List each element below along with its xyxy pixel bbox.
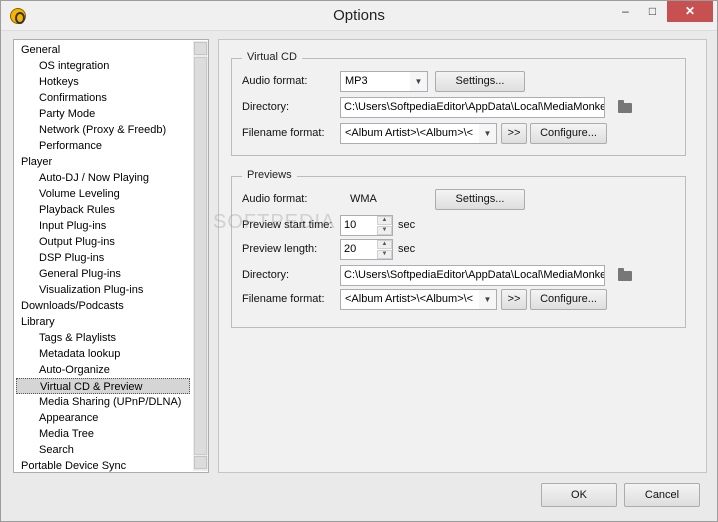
browse-folder-icon[interactable] <box>618 100 632 113</box>
tree-item[interactable]: Library <box>21 314 55 330</box>
title-bar[interactable]: Options – □ ✕ <box>1 1 717 31</box>
tree-item[interactable]: Metadata lookup <box>39 346 120 362</box>
pv-length-label: Preview length: <box>242 243 318 255</box>
vcd-filename-format-label: Filename format: <box>242 127 325 139</box>
tree-item[interactable]: Performance <box>39 138 102 154</box>
pv-start-time-spinner[interactable]: 10 ▲ ▼ <box>340 215 393 236</box>
vcd-filename-format-value: <Album Artist>\<Album>\< <box>345 127 474 139</box>
vcd-audio-format-value: MP3 <box>345 75 368 87</box>
pv-filename-format-select[interactable]: <Album Artist>\<Album>\< ▼ <box>340 289 497 310</box>
tree-item[interactable]: Auto-DJ / Now Playing <box>39 170 149 186</box>
ok-button[interactable]: OK <box>541 483 617 507</box>
spin-down-icon[interactable]: ▼ <box>377 226 392 235</box>
tree-item[interactable]: Media Tree <box>39 426 94 442</box>
tree-item[interactable]: Downloads/Podcasts <box>21 298 124 314</box>
settings-panel: Virtual CD Audio format: MP3 ▼ Settings.… <box>218 39 707 473</box>
tree-item[interactable]: General <box>21 42 60 58</box>
previews-group-title: Previews <box>242 169 297 181</box>
scroll-up-button[interactable] <box>194 42 207 55</box>
tree-item[interactable]: Portable Device Sync <box>21 458 126 472</box>
tree-item[interactable]: Media Sharing (UPnP/DLNA) <box>39 394 181 410</box>
virtual-cd-group-title: Virtual CD <box>242 51 302 63</box>
tree-item[interactable]: Tags & Playlists <box>39 330 116 346</box>
options-window: Options – □ ✕ General OS integration Hotke… <box>0 0 718 522</box>
pv-length-spinner[interactable]: 20 ▲ ▼ <box>340 239 393 260</box>
cancel-button[interactable]: Cancel <box>624 483 700 507</box>
pv-length-unit: sec <box>398 243 416 255</box>
options-tree[interactable]: General OS integration Hotkeys Confirmation… <box>13 39 209 473</box>
previews-group: Previews Audio format: WMA Settings... P… <box>231 169 686 328</box>
tree-item[interactable]: Player <box>21 154 52 170</box>
vcd-audio-format-select[interactable]: MP3 ▼ <box>340 71 428 92</box>
tree-item[interactable]: Party Mode <box>39 106 95 122</box>
pv-filename-format-label: Filename format: <box>242 293 325 305</box>
chevron-down-icon: ▼ <box>479 290 496 309</box>
pv-settings-button[interactable]: Settings... <box>435 189 525 210</box>
tree-item[interactable]: Playback Rules <box>39 202 115 218</box>
virtual-cd-group: Virtual CD Audio format: MP3 ▼ Settings.… <box>231 51 686 156</box>
maximize-button[interactable]: □ <box>639 1 666 22</box>
vcd-configure-button[interactable]: Configure... <box>530 123 607 144</box>
tree-item[interactable]: Visualization Plug-ins <box>39 282 143 298</box>
pv-insert-field-button[interactable]: >> <box>501 289 527 310</box>
pv-filename-format-value: <Album Artist>\<Album>\< <box>345 293 474 305</box>
chevron-down-icon: ▼ <box>410 72 427 91</box>
chevron-down-icon: ▼ <box>479 124 496 143</box>
minimize-button[interactable]: – <box>612 1 639 22</box>
tree-item[interactable]: Input Plug-ins <box>39 218 106 234</box>
pv-start-time-value: 10 <box>344 219 357 231</box>
tree-item[interactable]: General Plug-ins <box>39 266 121 282</box>
scroll-down-button[interactable] <box>194 456 207 469</box>
vcd-settings-button[interactable]: Settings... <box>435 71 525 92</box>
browse-folder-icon[interactable] <box>618 268 632 281</box>
vcd-audio-format-label: Audio format: <box>242 75 308 87</box>
pv-directory-field[interactable]: C:\Users\SoftpediaEditor\AppData\Local\M… <box>340 265 605 286</box>
tree-item[interactable]: DSP Plug-ins <box>39 250 104 266</box>
tree-item[interactable]: Network (Proxy & Freedb) <box>39 122 166 138</box>
tree-scrollbar[interactable] <box>193 41 208 471</box>
spin-down-icon[interactable]: ▼ <box>377 250 392 259</box>
spin-up-icon[interactable]: ▲ <box>377 240 392 249</box>
softpedia-watermark: SOFTPEDIA <box>213 211 336 233</box>
vcd-directory-field[interactable]: C:\Users\SoftpediaEditor\AppData\Local\M… <box>340 97 605 118</box>
tree-item[interactable]: OS integration <box>39 58 109 74</box>
tree-item[interactable]: Appearance <box>39 410 98 426</box>
tree-item[interactable]: Volume Leveling <box>39 186 120 202</box>
tree-item[interactable]: Output Plug-ins <box>39 234 115 250</box>
tree-item[interactable]: Auto-Organize <box>39 362 110 378</box>
scroll-thumb[interactable] <box>194 57 207 455</box>
pv-directory-label: Directory: <box>242 269 290 281</box>
vcd-insert-field-button[interactable]: >> <box>501 123 527 144</box>
tree-item[interactable]: Confirmations <box>39 90 107 106</box>
close-button[interactable]: ✕ <box>667 1 713 22</box>
pv-length-value: 20 <box>344 243 357 255</box>
window-title: Options <box>333 7 385 24</box>
tree-item[interactable]: Virtual CD & Preview <box>16 378 190 394</box>
pv-audio-format-label: Audio format: <box>242 193 308 205</box>
pv-start-time-unit: sec <box>398 219 416 231</box>
vcd-directory-label: Directory: <box>242 101 290 113</box>
tree-item[interactable]: Hotkeys <box>39 74 79 90</box>
vcd-filename-format-select[interactable]: <Album Artist>\<Album>\< ▼ <box>340 123 497 144</box>
tree-item[interactable]: Search <box>39 442 74 458</box>
pv-configure-button[interactable]: Configure... <box>530 289 607 310</box>
pv-audio-format-value: WMA <box>350 193 377 205</box>
spin-up-icon[interactable]: ▲ <box>377 216 392 225</box>
